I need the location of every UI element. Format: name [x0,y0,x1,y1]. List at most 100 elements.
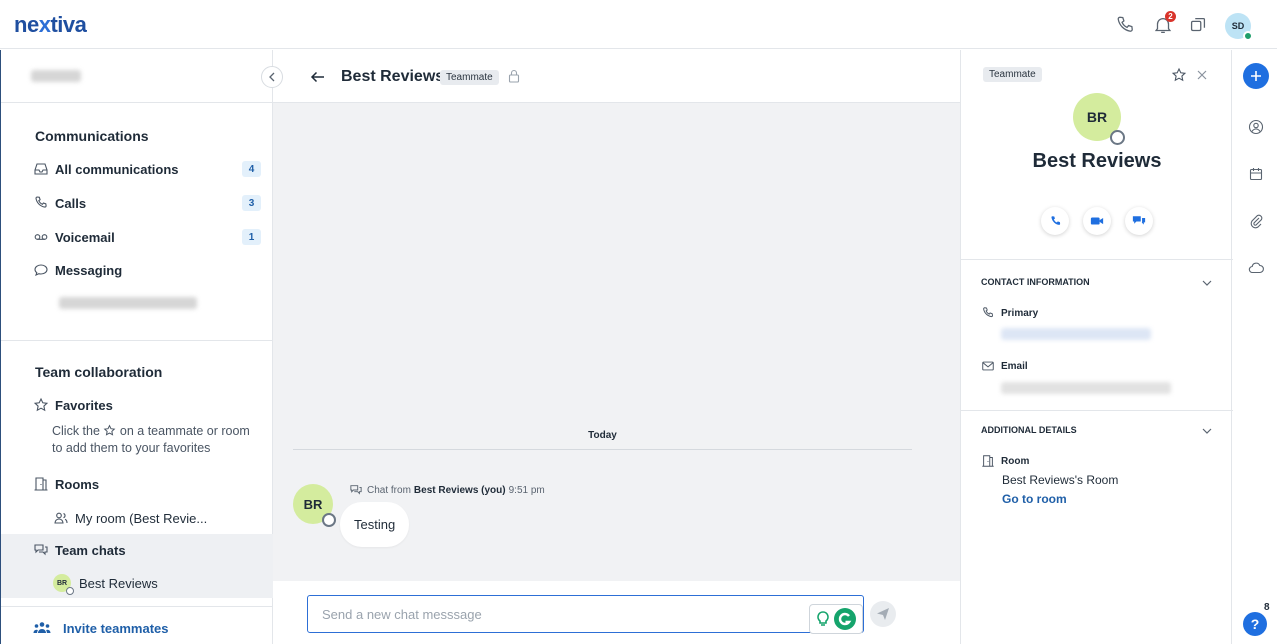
phone-icon [33,195,49,211]
door-icon [981,454,995,468]
email-label: Email [981,359,1028,373]
lightbulb-icon [816,611,830,627]
help-button[interactable]: ? [1243,612,1267,636]
avatar: BR [53,574,74,595]
divider [1,606,273,607]
presence-indicator [1243,31,1253,41]
go-to-room-link[interactable]: Go to room [1002,492,1067,506]
divider [1,340,273,341]
team-collaboration-heading: Team collaboration [35,364,163,380]
grammarly-widget[interactable] [809,604,863,634]
divider [961,410,1233,411]
top-bar: nextiva 2 SD [0,0,1277,49]
sidebar-item-all-communications[interactable]: All communications 4 [33,158,261,180]
sidebar-item-rooms[interactable]: Rooms [33,473,261,495]
send-icon [876,607,890,621]
notification-badge: 2 [1165,11,1176,22]
contact-information-heading: CONTACT INFORMATION [981,277,1090,287]
chat-panel: Best Reviews Teammate Today BR Chat from… [273,50,960,644]
inbox-icon [33,161,49,177]
people-icon [53,510,69,526]
favorites-hint: Click the on a teammate or room to add t… [52,424,250,455]
redacted-phone-number [1001,328,1151,340]
room-value: Best Reviews's Room [1002,473,1119,487]
team-chat-item[interactable]: BR Best Reviews [53,572,158,595]
message-meta: Chat from Best Reviews (you) 9:51 pm [349,484,545,496]
bell-icon[interactable]: 2 [1152,11,1176,36]
right-rail: ? 8 [1233,50,1277,644]
sidebar-item-voicemail[interactable]: Voicemail 1 [33,226,261,248]
video-call-button[interactable] [1083,207,1111,235]
star-icon [33,397,49,413]
voicemail-icon [33,229,49,245]
chats-icon [349,484,363,496]
question-mark-icon: ? [1250,616,1260,632]
chats-icon [1132,215,1146,228]
grammarly-icon [833,607,857,631]
nextiva-logo[interactable]: nextiva [14,12,87,38]
back-arrow-icon[interactable] [309,68,327,86]
profile-name: Best Reviews [1032,150,1162,172]
communications-heading: Communications [35,128,149,144]
invite-teammates-button[interactable]: Invite teammates [33,617,169,639]
sidebar-item-team-chats[interactable]: Team chats [33,539,261,561]
avatar: BR [1073,93,1125,145]
calendar-icon[interactable] [1248,166,1264,182]
chevron-down-icon[interactable] [1201,425,1213,437]
add-button[interactable] [1243,63,1269,89]
user-avatar[interactable]: SD [1225,13,1253,41]
profile-panel: Teammate BR Best Reviews CONTACT INFORMA… [960,50,1233,644]
sidebar-item-favorites[interactable]: Favorites [33,394,261,416]
windows-icon[interactable] [1187,14,1209,36]
chat-title: Best Reviews [341,68,445,85]
divider [1,102,273,103]
paperclip-icon[interactable] [1248,213,1264,229]
count-badge: 3 [242,195,261,211]
profile-icon[interactable] [1248,119,1264,135]
sidebar-item-calls[interactable]: Calls 3 [33,192,261,214]
count-badge: 1 [242,229,261,245]
message-bubble-icon [33,262,49,278]
phone-icon [1049,215,1062,228]
plus-icon [1250,70,1262,82]
chevron-down-icon[interactable] [1201,277,1213,289]
divider [961,259,1233,260]
chat-button[interactable] [1125,207,1153,235]
add-people-icon [33,620,51,636]
send-button[interactable] [870,601,896,627]
phone-icon[interactable] [1114,14,1136,36]
count-badge: 4 [242,161,261,177]
room-label: Room [981,454,1029,468]
phone-icon [981,306,995,320]
composer [273,581,960,644]
collapse-sidebar-button[interactable] [261,66,283,88]
star-icon[interactable] [1171,67,1187,83]
chats-icon [33,542,49,558]
help-badge: 8 [1264,602,1270,613]
redacted-email [1001,382,1171,394]
primary-phone-label: Primary [981,306,1038,320]
call-button[interactable] [1041,207,1069,235]
mail-icon [981,359,995,373]
redacted-account-name [31,70,81,82]
room-item[interactable]: My room (Best Revie... [53,507,207,529]
chevron-left-icon [268,72,276,82]
chat-message-input[interactable] [307,595,864,633]
cloud-icon[interactable] [1248,260,1264,276]
chat-header: Best Reviews Teammate [273,50,960,103]
redacted-message-preview [59,297,197,309]
video-icon [1090,215,1104,227]
door-icon [33,476,49,492]
message-bubble: Testing [340,502,410,547]
sidebar-item-messaging[interactable]: Messaging [33,259,261,281]
day-label: Today [588,430,617,441]
day-divider [293,449,912,450]
close-icon[interactable] [1195,68,1209,82]
additional-details-heading: ADDITIONAL DETAILS [981,425,1077,435]
avatar: BR [293,484,336,527]
teammate-tag: Teammate [440,70,499,85]
star-icon [103,424,116,437]
teammate-tag: Teammate [983,67,1042,82]
sidebar: Communications All communications 4 Call… [0,50,273,644]
lock-icon [507,69,521,83]
